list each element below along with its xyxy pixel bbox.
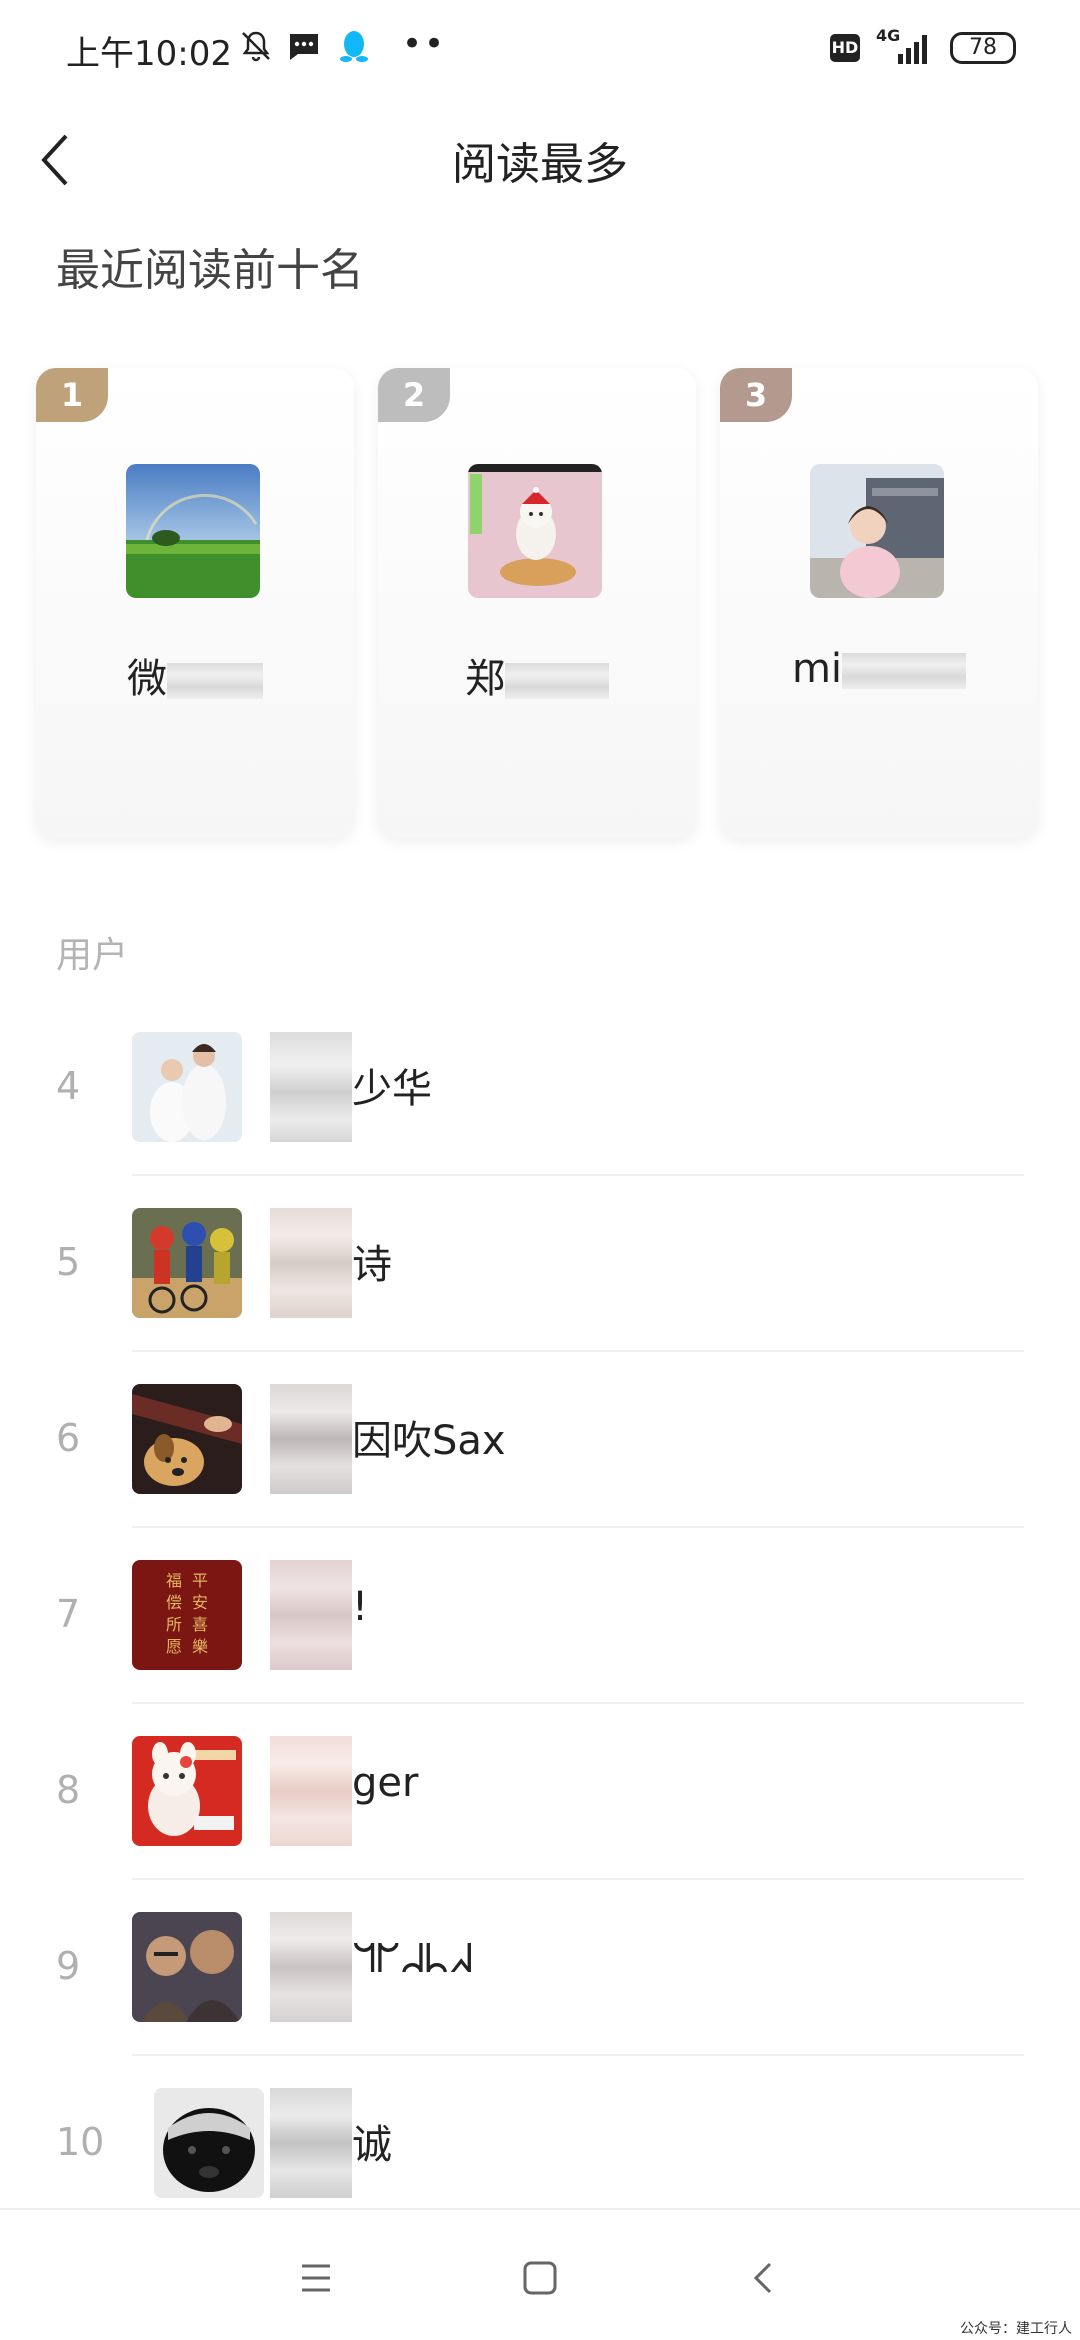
section-title: 最近阅读前十名 [56, 245, 364, 296]
list-item[interactable]: 8 ger [0, 1704, 1080, 1880]
top-card-3[interactable]: 3 mi [720, 368, 1038, 838]
avatar [468, 464, 602, 598]
list-item[interactable]: 10 诚 [0, 2056, 1080, 2232]
rank-number: 4 [56, 1064, 81, 1108]
signal-icon [898, 35, 927, 64]
svg-text:喜: 喜 [192, 1615, 208, 1634]
battery-level: 78 [950, 32, 1016, 64]
avatar [810, 464, 944, 598]
user-name: 少华 [352, 1066, 432, 1112]
svg-text:平: 平 [192, 1571, 208, 1590]
status-bar: 上午10:02 •• HD 4G 78 [0, 0, 1080, 100]
list-heading: 用户 [56, 935, 129, 976]
qq-penguin-icon [340, 31, 368, 62]
top-card-2[interactable]: 2 郑 [378, 368, 696, 838]
user-name: ger [352, 1760, 419, 1806]
avatar [132, 1736, 242, 1846]
list-item[interactable]: 7 福平 偿安 所喜 愿樂 ! [0, 1528, 1080, 1704]
top-card-1[interactable]: 1 微 [36, 368, 354, 838]
avatar [132, 1912, 242, 2022]
avatar [132, 1032, 242, 1142]
home-icon[interactable] [512, 2250, 568, 2306]
avatar [132, 1208, 242, 1318]
rank-number: 6 [56, 1416, 81, 1460]
menu-icon[interactable] [288, 2250, 344, 2306]
card-name: mi [720, 646, 1038, 692]
svg-text:愿: 愿 [166, 1637, 182, 1656]
user-name: 诚 [352, 2122, 392, 2168]
page-title: 阅读最多 [452, 139, 628, 190]
avatar [154, 2088, 264, 2198]
svg-text:福: 福 [166, 1571, 182, 1590]
rank-badge: 3 [720, 368, 792, 422]
card-name: 微 [36, 646, 354, 704]
system-nav-bar [0, 2208, 1080, 2340]
more-notifications-icon: •• [402, 24, 447, 64]
user-name: 诗 [352, 1242, 392, 1288]
svg-text:安: 安 [192, 1593, 208, 1612]
rank-number: 10 [56, 2120, 105, 2164]
status-time: 上午10:02 [66, 34, 232, 74]
user-name: 因吹Sax [352, 1418, 506, 1464]
rank-number: 8 [56, 1768, 81, 1812]
rank-badge: 2 [378, 368, 450, 422]
svg-text:偿: 偿 [166, 1593, 182, 1612]
bell-muted-icon [242, 31, 270, 62]
avatar [132, 1384, 242, 1494]
rank-number: 9 [56, 1944, 81, 1988]
list-item[interactable]: 9 ᖻᖸᖹᖺᖽ [0, 1880, 1080, 2056]
list-item[interactable]: 5 诗 [0, 1176, 1080, 1352]
hd-icon: HD [830, 34, 860, 62]
user-name: ! [352, 1584, 369, 1630]
avatar [126, 464, 260, 598]
card-name: 郑 [378, 646, 696, 704]
user-name: ᖻᖸᖹᖺᖽ [352, 1936, 473, 1982]
svg-text:樂: 樂 [192, 1637, 208, 1656]
message-icon [290, 34, 318, 60]
rank-number: 5 [56, 1240, 81, 1284]
list-item[interactable]: 6 因吹Sax [0, 1352, 1080, 1528]
list-item[interactable]: 4 少华 [0, 1000, 1080, 1176]
rank-badge: 1 [36, 368, 108, 422]
nav-back-icon[interactable] [736, 2250, 792, 2306]
avatar: 福平 偿安 所喜 愿樂 [132, 1560, 242, 1670]
rank-number: 7 [56, 1592, 81, 1636]
svg-text:所: 所 [166, 1615, 182, 1634]
watermark: 公众号：建工行人 [960, 2321, 1072, 2337]
